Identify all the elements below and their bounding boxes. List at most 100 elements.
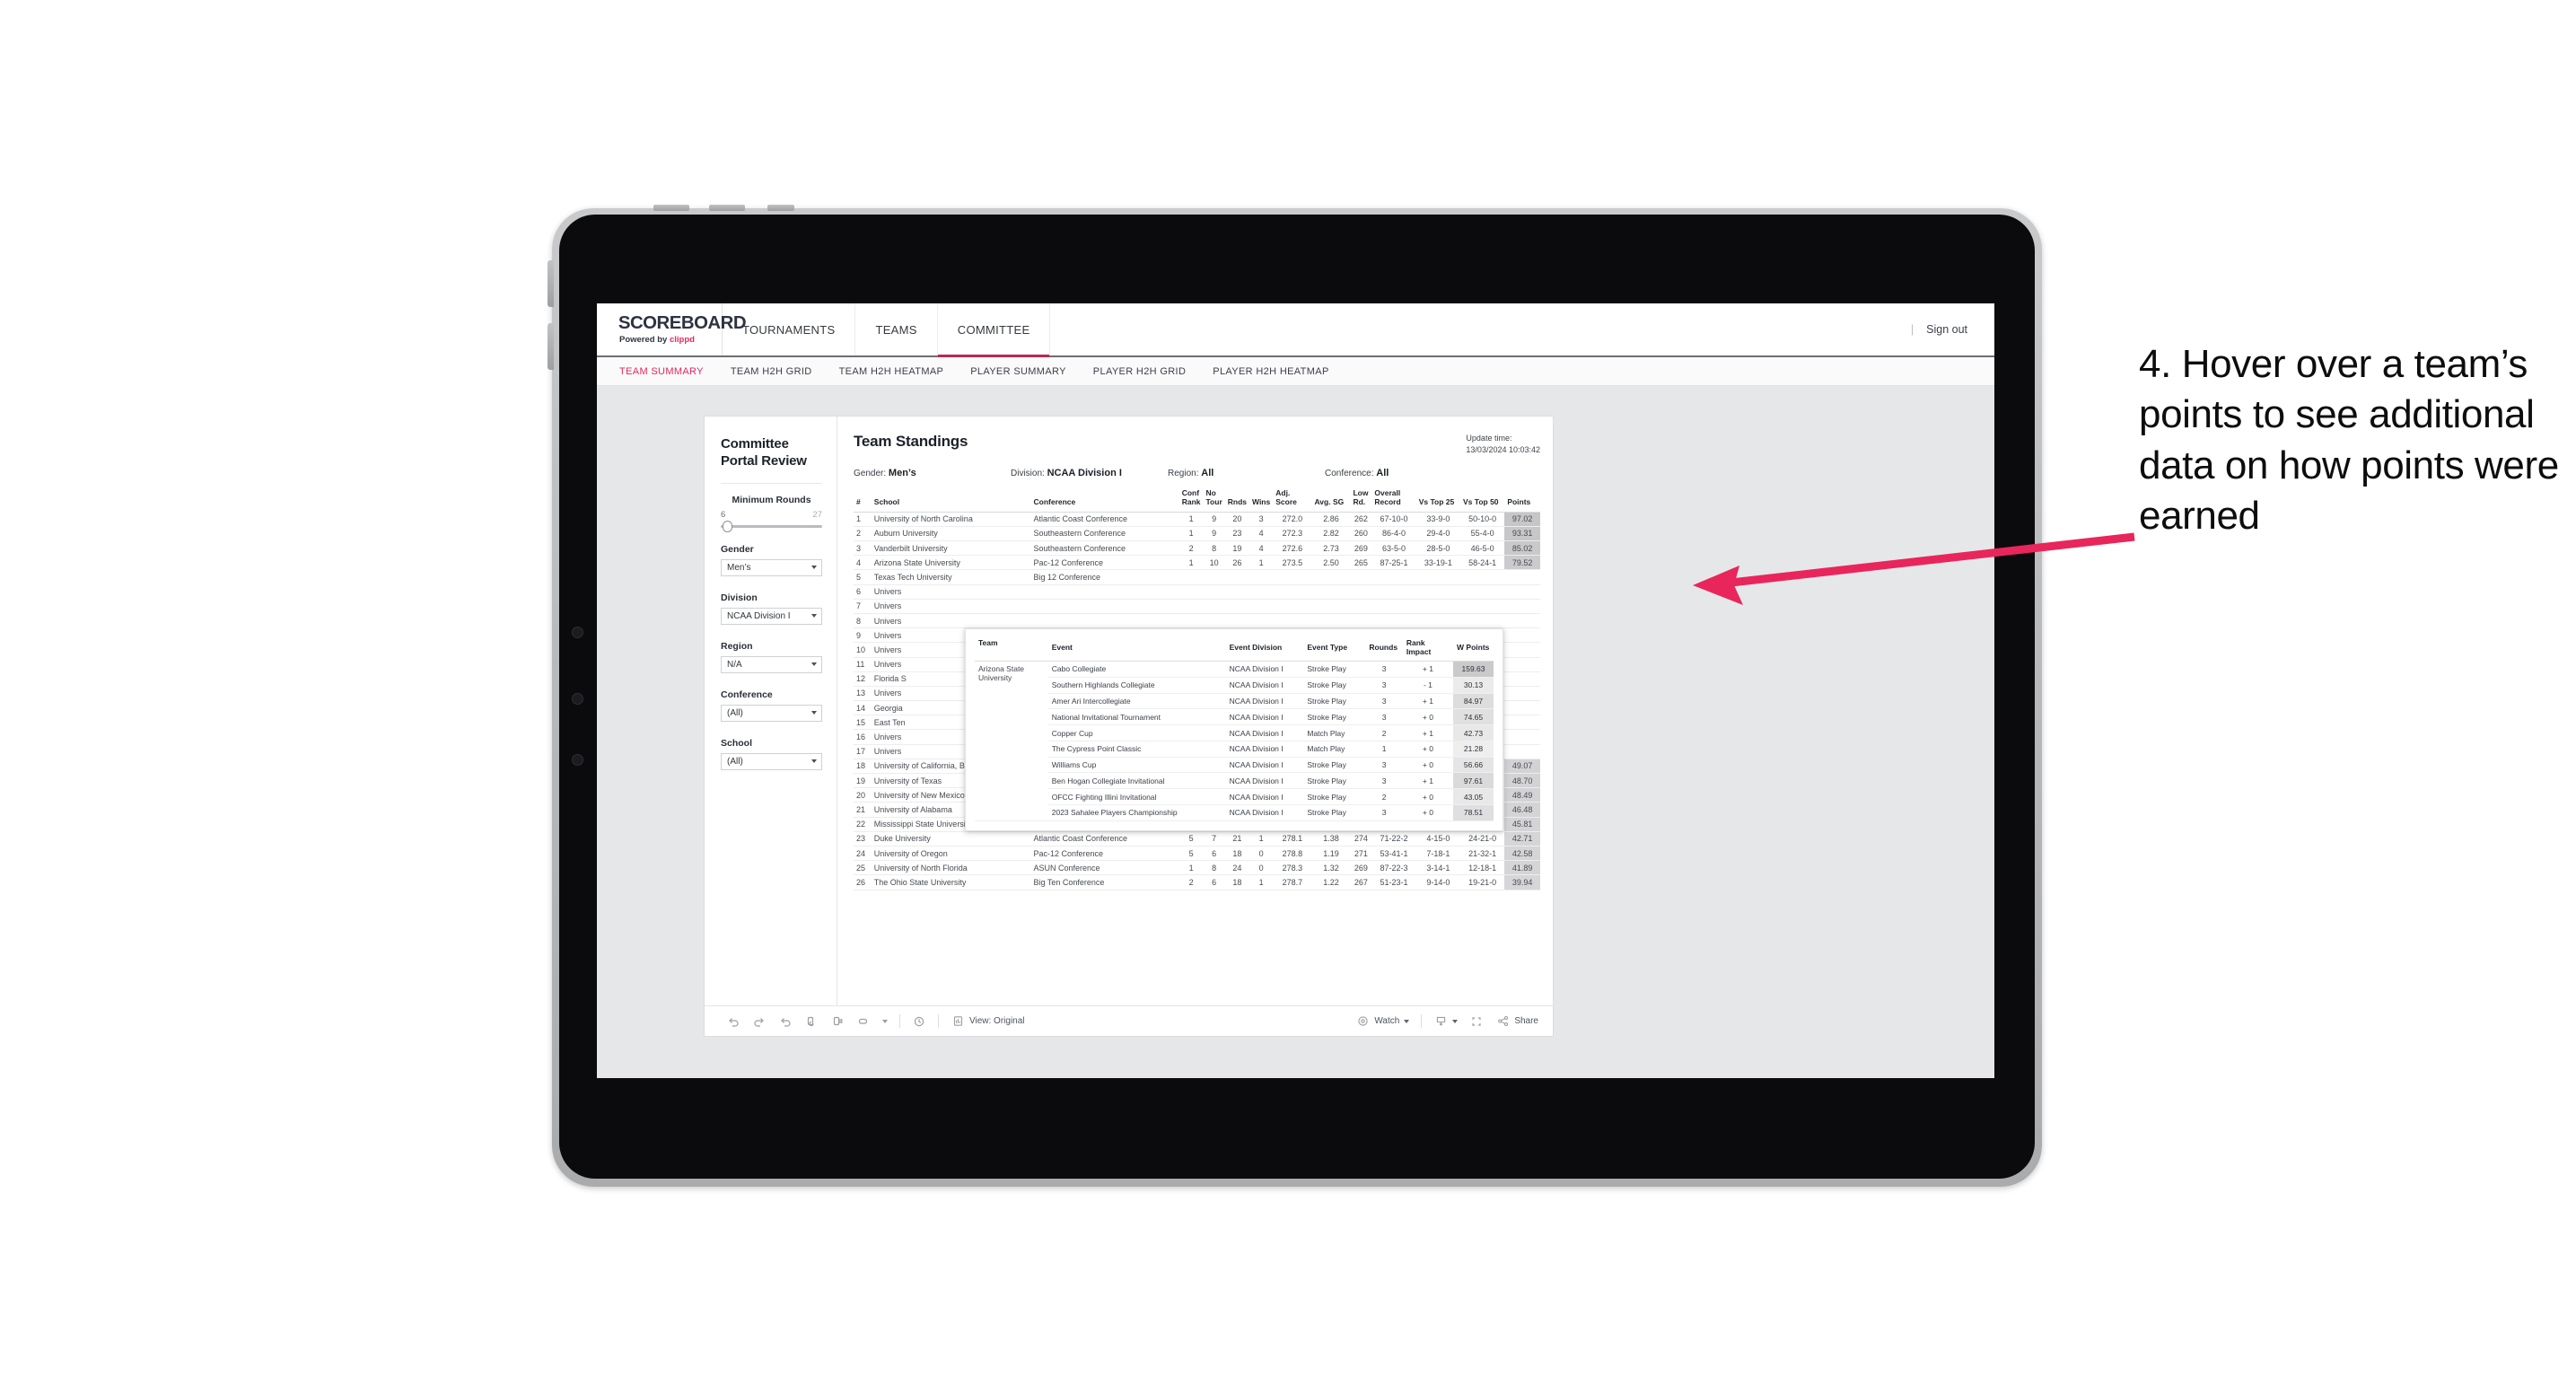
cell-points[interactable]	[1504, 627, 1540, 644]
cell-points[interactable]: 39.94	[1504, 874, 1540, 890]
cell-points[interactable]	[1504, 671, 1540, 687]
share-button[interactable]: Share	[1495, 1014, 1538, 1029]
cell-points[interactable]: 93.31	[1504, 526, 1540, 542]
clock-icon[interactable]	[912, 1014, 926, 1029]
col-vs-top-50[interactable]: Vs Top 50	[1460, 489, 1505, 513]
cell-overall-record: 87-25-1	[1371, 555, 1416, 571]
fullscreen-icon[interactable]	[1469, 1014, 1484, 1029]
cell-conference: Pac-12 Conference	[1030, 555, 1179, 571]
gender-select[interactable]: Men’s	[721, 558, 822, 576]
cell-rank: 5	[854, 569, 872, 585]
col-low-rd[interactable]: Low Rd.	[1350, 488, 1372, 513]
cell-points[interactable]	[1504, 744, 1540, 759]
cell-points[interactable]: 97.02	[1504, 512, 1540, 527]
col-vs-top-25[interactable]: Vs Top 25	[1415, 489, 1460, 513]
undo-icon[interactable]	[726, 1014, 740, 1029]
table-row[interactable]: 5 Texas Tech University Big 12 Conference	[854, 569, 1540, 585]
cell-points[interactable]: 85.02	[1504, 540, 1540, 557]
cell-points[interactable]	[1504, 686, 1540, 702]
update-time-value: 13/03/2024 10:03:42	[1466, 445, 1540, 455]
sign-out-link[interactable]: Sign out	[1926, 323, 1967, 336]
col-avg-sg[interactable]: Avg. SG	[1311, 489, 1351, 513]
minimum-rounds-slider[interactable]	[721, 520, 822, 532]
table-row[interactable]: 4 Arizona State University Pac-12 Conferen…	[854, 555, 1540, 571]
tooltip-cell-event-division: NCAA Division I	[1225, 677, 1304, 694]
summary-gender: Gender: Men’s	[854, 468, 1011, 478]
cell-points[interactable]	[1504, 729, 1540, 745]
division-select[interactable]: NCAA Division I	[721, 607, 822, 625]
cell-points[interactable]	[1504, 657, 1540, 672]
col-overall-record[interactable]: Overall Record	[1371, 488, 1416, 513]
revert-icon[interactable]	[778, 1014, 793, 1029]
col-rnds[interactable]: Rnds	[1224, 489, 1249, 513]
pause-icon[interactable]	[830, 1014, 845, 1029]
slider-handle[interactable]	[723, 520, 732, 532]
highlight-icon[interactable]	[856, 1014, 871, 1029]
brand-subtitle: Powered by clippd	[619, 335, 722, 345]
col-conf-rank[interactable]: Conf Rank	[1178, 488, 1204, 513]
redo-icon[interactable]	[752, 1014, 767, 1029]
annotation-text: 4. Hover over a team’s points to see add…	[2139, 342, 2559, 538]
nav-tab-teams[interactable]: TEAMS	[855, 303, 938, 355]
region-select[interactable]: N/A	[721, 655, 822, 673]
tooltip-cell-rank-impact: + 1	[1402, 724, 1454, 741]
table-row[interactable]: 26 The Ohio State University Big Ten Confe…	[854, 874, 1540, 890]
table-row[interactable]: 3 Vanderbilt University Southeastern Confe…	[854, 540, 1540, 557]
table-row[interactable]: 24 University of Oregon Pac-12 Conference 5…	[854, 846, 1540, 862]
cell-points[interactable]: 42.71	[1504, 831, 1540, 847]
brand-logo[interactable]: SCOREBOARD Powered by clippd	[597, 303, 747, 355]
cell-vs-top-25: 33-19-1	[1415, 555, 1460, 571]
table-row[interactable]: 23 Duke University Atlantic Coast Conferen…	[854, 831, 1540, 847]
cell-points[interactable]: 79.52	[1504, 555, 1540, 571]
table-row[interactable]: 6 Univers	[854, 584, 1540, 600]
cell-points[interactable]	[1504, 642, 1540, 658]
col-wins[interactable]: Wins	[1249, 489, 1274, 513]
cell-points[interactable]: 48.49	[1504, 787, 1540, 803]
sub-tab-team-h2h-grid[interactable]: TEAM H2H GRID	[731, 366, 812, 377]
cell-points[interactable]: 48.70	[1504, 773, 1540, 789]
cell-points[interactable]	[1504, 613, 1540, 629]
cell-points[interactable]	[1504, 715, 1540, 731]
cell-points[interactable]: 46.48	[1504, 802, 1540, 818]
col-rank[interactable]: #	[854, 489, 872, 513]
visualization-container: Committee Portal Review Minimum Rounds 6…	[705, 417, 1553, 1036]
cell-points[interactable]: 41.89	[1504, 860, 1540, 876]
chevron-down-icon[interactable]	[882, 1019, 888, 1023]
cell-points[interactable]	[1504, 569, 1540, 585]
cell-conf-rank: 1	[1178, 526, 1204, 542]
cell-points[interactable]	[1504, 584, 1540, 600]
cell-points[interactable]: 49.07	[1504, 759, 1540, 775]
sub-tab-team-summary[interactable]: TEAM SUMMARY	[619, 366, 704, 377]
table-row[interactable]: 25 University of North Florida ASUN Confer…	[854, 860, 1540, 876]
table-row[interactable]: 8 Univers	[854, 613, 1540, 629]
sub-tab-player-h2h-heatmap[interactable]: PLAYER H2H HEATMAP	[1213, 366, 1328, 377]
col-school[interactable]: School	[871, 489, 1031, 513]
table-row[interactable]: 7 Univers	[854, 599, 1540, 614]
nav-tab-committee[interactable]: COMMITTEE	[937, 303, 1051, 357]
cell-vs-top-25: 29-4-0	[1415, 526, 1460, 542]
sub-tab-player-h2h-grid[interactable]: PLAYER H2H GRID	[1093, 366, 1186, 377]
cell-points[interactable]	[1504, 599, 1540, 614]
cell-points[interactable]: 42.58	[1504, 846, 1540, 862]
tooltip-cell-w-points: 74.65	[1453, 708, 1494, 726]
dashboard-canvas: Committee Portal Review Minimum Rounds 6…	[597, 386, 1994, 1078]
school-select[interactable]: (All)	[721, 752, 822, 770]
refresh-icon[interactable]	[804, 1014, 819, 1029]
view-original-button[interactable]: View: Original	[951, 1014, 1025, 1029]
sub-tab-player-summary[interactable]: PLAYER SUMMARY	[970, 366, 1066, 377]
table-row[interactable]: 1 University of North Carolina Atlantic Co…	[854, 512, 1540, 527]
col-points[interactable]: Points	[1504, 489, 1540, 513]
col-conference[interactable]: Conference	[1030, 489, 1179, 513]
nav-tab-tournaments[interactable]: TOURNAMENTS	[723, 303, 856, 355]
tooltip-cell-rounds: 1	[1365, 741, 1403, 758]
col-adj-score[interactable]: Adj. Score	[1273, 488, 1312, 513]
table-row[interactable]: 2 Auburn University Southeastern Conferenc…	[854, 526, 1540, 542]
watch-button[interactable]: Watch	[1355, 1014, 1410, 1029]
cell-points[interactable]	[1504, 700, 1540, 716]
col-no-tour[interactable]: No Tour	[1203, 488, 1225, 513]
download-button[interactable]	[1433, 1014, 1459, 1029]
conference-select[interactable]: (All)	[721, 704, 822, 722]
sub-tab-team-h2h-heatmap[interactable]: TEAM H2H HEATMAP	[839, 366, 944, 377]
cell-points[interactable]: 45.81	[1504, 817, 1540, 832]
cell-school: Univers	[871, 599, 1031, 614]
